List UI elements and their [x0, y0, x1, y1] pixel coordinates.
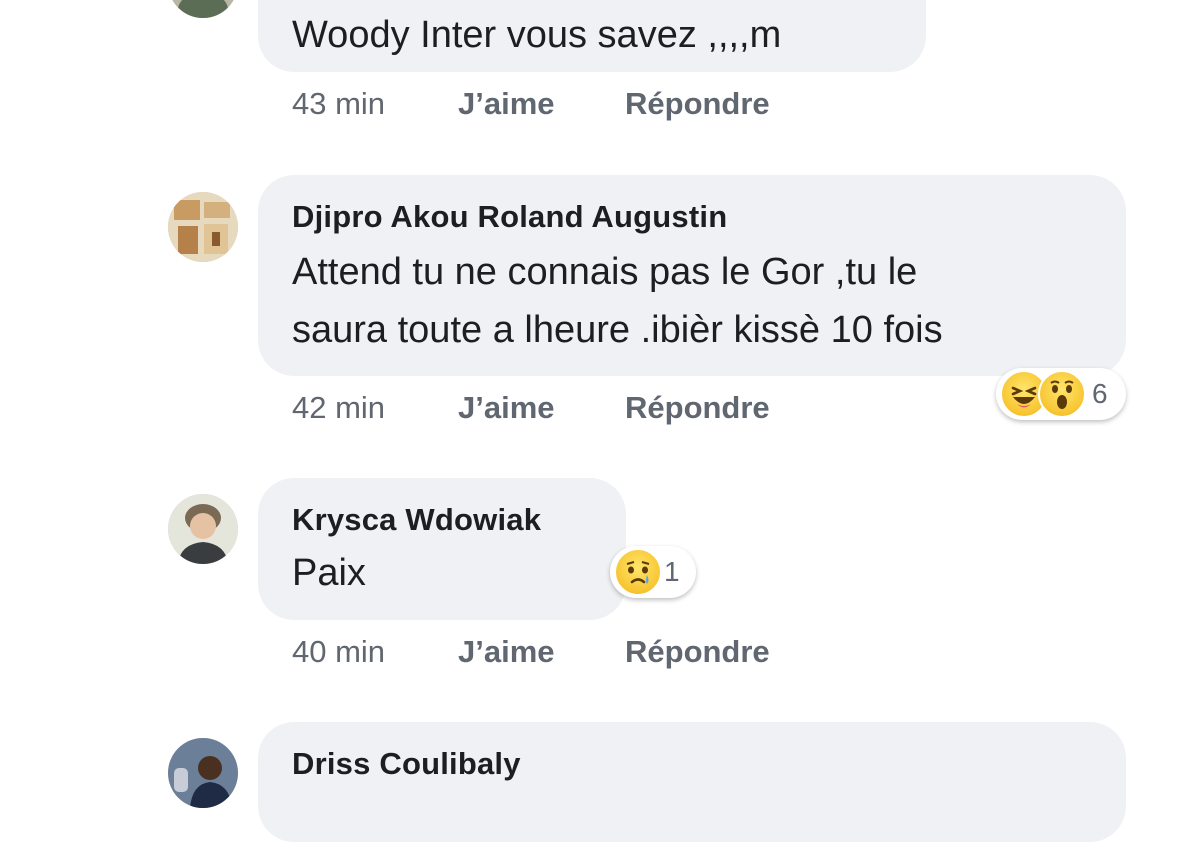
sad-icon: [614, 548, 662, 596]
comment-timestamp: 40 min: [292, 634, 386, 669]
avatar[interactable]: [168, 494, 238, 564]
reaction-count: 6: [1092, 378, 1108, 409]
comment-actions: 40 min J’aime Répondre: [292, 634, 770, 670]
avatar[interactable]: [168, 0, 238, 18]
comment-actions: 43 min J’aime Répondre: [292, 86, 770, 122]
avatar[interactable]: [168, 738, 238, 808]
comment-bubble: Driss Coulibaly: [258, 722, 1126, 842]
avatar-image: [168, 738, 238, 808]
comment-text: Woody Inter vous savez ,,,,m: [292, 14, 782, 56]
comment-text: Paix: [292, 552, 366, 594]
like-button[interactable]: J’aime: [458, 634, 625, 670]
reaction-count: 1: [664, 556, 680, 587]
like-button[interactable]: J’aime: [458, 86, 625, 122]
avatar-image: [168, 494, 238, 564]
reactions-badge[interactable]: 6: [996, 368, 1126, 420]
avatar-image: [168, 192, 238, 262]
wow-icon: [1038, 370, 1086, 418]
reply-button[interactable]: Répondre: [625, 390, 770, 426]
like-button[interactable]: J’aime: [458, 390, 625, 426]
comment-author[interactable]: Djipro Akou Roland Augustin: [292, 199, 1092, 235]
comment-timestamp: 42 min: [292, 390, 386, 425]
avatar-image: [168, 0, 238, 18]
reactions-badge[interactable]: 1: [610, 546, 696, 598]
comment-author[interactable]: Krysca Wdowiak: [292, 502, 592, 538]
comment-author[interactable]: Driss Coulibaly: [292, 746, 1092, 782]
comment-bubble: Woody Inter vous savez ,,,,m: [258, 0, 926, 72]
comment-bubble: Krysca Wdowiak Paix: [258, 478, 626, 620]
comment-timestamp: 43 min: [292, 86, 386, 121]
comment-actions: 42 min J’aime Répondre: [292, 390, 770, 426]
reply-button[interactable]: Répondre: [625, 634, 770, 670]
reply-button[interactable]: Répondre: [625, 86, 770, 122]
comment-text: Attend tu ne connais pas le Gor ,tu le s…: [292, 251, 943, 351]
comment-bubble: Djipro Akou Roland Augustin Attend tu ne…: [258, 175, 1126, 376]
avatar[interactable]: [168, 192, 238, 262]
